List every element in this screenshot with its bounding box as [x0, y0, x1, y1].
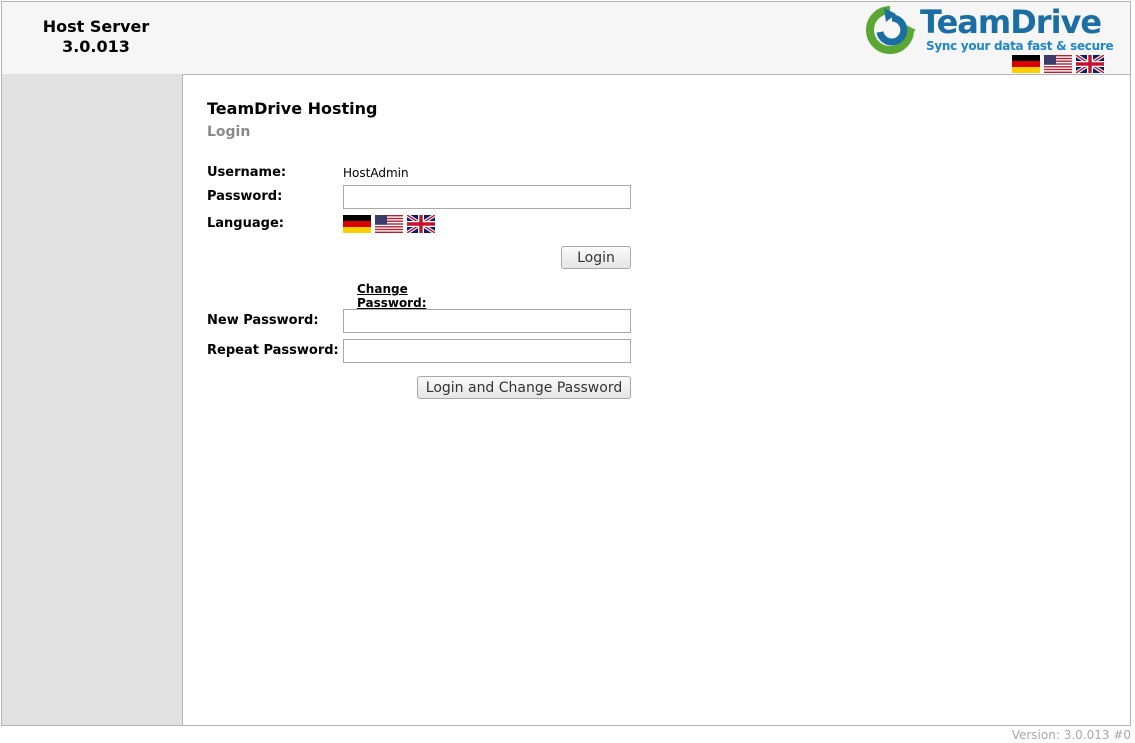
new-password-input[interactable] [343, 309, 631, 333]
username-value: HostAdmin [343, 166, 409, 180]
login-and-change-password-button[interactable]: Login and Change Password [417, 376, 631, 399]
product-version: 3.0.013 [62, 37, 130, 56]
login-button[interactable]: Login [561, 246, 631, 269]
product-info: Host Server 3.0.013 [10, 17, 182, 57]
language-label: Language: [207, 216, 284, 231]
header: Host Server 3.0.013 TeamDrive Sync your … [2, 2, 1130, 75]
teamdrive-logo: TeamDrive Sync your data fast & secure [862, 3, 1114, 56]
version-footer: Version: 3.0.013 #0 [1011, 728, 1131, 742]
header-language-flags [1012, 55, 1108, 75]
uk-flag-icon[interactable] [1076, 55, 1104, 73]
repeat-password-label: Repeat Password: [207, 343, 339, 358]
sidebar [2, 74, 183, 725]
page-subtitle: Login [207, 124, 251, 140]
product-name: Host Server [42, 17, 150, 36]
page-title: TeamDrive Hosting [207, 99, 378, 118]
app-frame: Host Server 3.0.013 TeamDrive Sync your … [1, 1, 1131, 726]
german-flag-icon[interactable] [343, 215, 371, 233]
repeat-password-input[interactable] [343, 339, 631, 363]
us-flag-icon[interactable] [1044, 55, 1072, 73]
uk-flag-icon[interactable] [407, 215, 435, 233]
language-flags [343, 215, 435, 234]
german-flag-icon[interactable] [1012, 55, 1040, 73]
sync-arrows-icon [866, 6, 916, 54]
password-label: Password: [207, 189, 283, 204]
username-label: Username: [207, 165, 287, 180]
new-password-label: New Password: [207, 313, 319, 328]
change-password-link[interactable]: Change Password: [357, 282, 427, 310]
login-panel: TeamDrive Hosting Login Username: HostAd… [207, 98, 631, 399]
logo-wordmark: TeamDrive [920, 3, 1102, 41]
us-flag-icon[interactable] [375, 215, 403, 233]
password-input[interactable] [343, 185, 631, 209]
logo-tagline: Sync your data fast & secure [926, 39, 1114, 53]
